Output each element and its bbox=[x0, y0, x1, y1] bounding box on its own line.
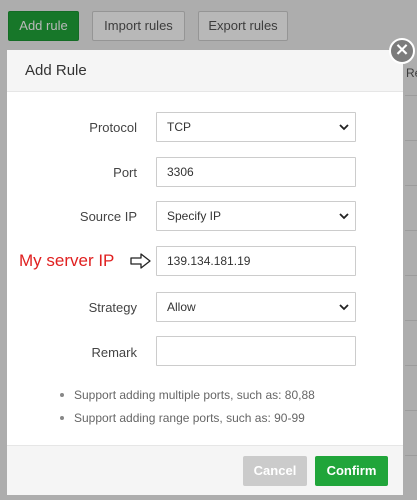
remark-input[interactable] bbox=[156, 336, 356, 366]
bullet-icon bbox=[60, 392, 64, 397]
source-ip-label: Source IP bbox=[79, 209, 137, 224]
source-ip-value: Specify IP bbox=[167, 209, 222, 223]
strategy-label: Strategy bbox=[88, 300, 137, 315]
cancel-button[interactable]: Cancel bbox=[243, 456, 307, 486]
protocol-label: Protocol bbox=[89, 120, 137, 135]
tip-item: Support adding range ports, such as: 90-… bbox=[60, 411, 305, 425]
dialog-title: Add Rule bbox=[25, 62, 87, 79]
arrow-right-icon bbox=[130, 253, 151, 269]
chevron-down-icon bbox=[339, 304, 349, 311]
chevron-down-icon bbox=[339, 124, 349, 131]
strategy-select[interactable]: Allow bbox=[156, 292, 356, 322]
strategy-value: Allow bbox=[167, 300, 196, 314]
port-input[interactable]: 3306 bbox=[156, 157, 356, 187]
protocol-value: TCP bbox=[167, 120, 191, 134]
protocol-select[interactable]: TCP bbox=[156, 112, 356, 142]
tip-item: Support adding multiple ports, such as: … bbox=[60, 388, 315, 402]
remark-label: Remark bbox=[91, 345, 137, 360]
close-icon[interactable]: × bbox=[389, 38, 415, 64]
source-ip-select[interactable]: Specify IP bbox=[156, 201, 356, 231]
dialog-footer: Cancel Confirm bbox=[7, 445, 403, 495]
ip-address-input[interactable]: 139.134.181.19 bbox=[156, 246, 356, 276]
bullet-icon bbox=[60, 415, 64, 420]
tip-text: Support adding range ports, such as: 90-… bbox=[74, 411, 305, 425]
confirm-button[interactable]: Confirm bbox=[315, 456, 388, 486]
tip-text: Support adding multiple ports, such as: … bbox=[74, 388, 315, 402]
add-rule-dialog: Add Rule Protocol TCP Port 3306 Source I… bbox=[7, 50, 403, 495]
chevron-down-icon bbox=[339, 213, 349, 220]
dialog-header: Add Rule bbox=[7, 50, 403, 92]
server-ip-annotation: My server IP bbox=[19, 251, 115, 270]
port-label: Port bbox=[113, 165, 137, 180]
